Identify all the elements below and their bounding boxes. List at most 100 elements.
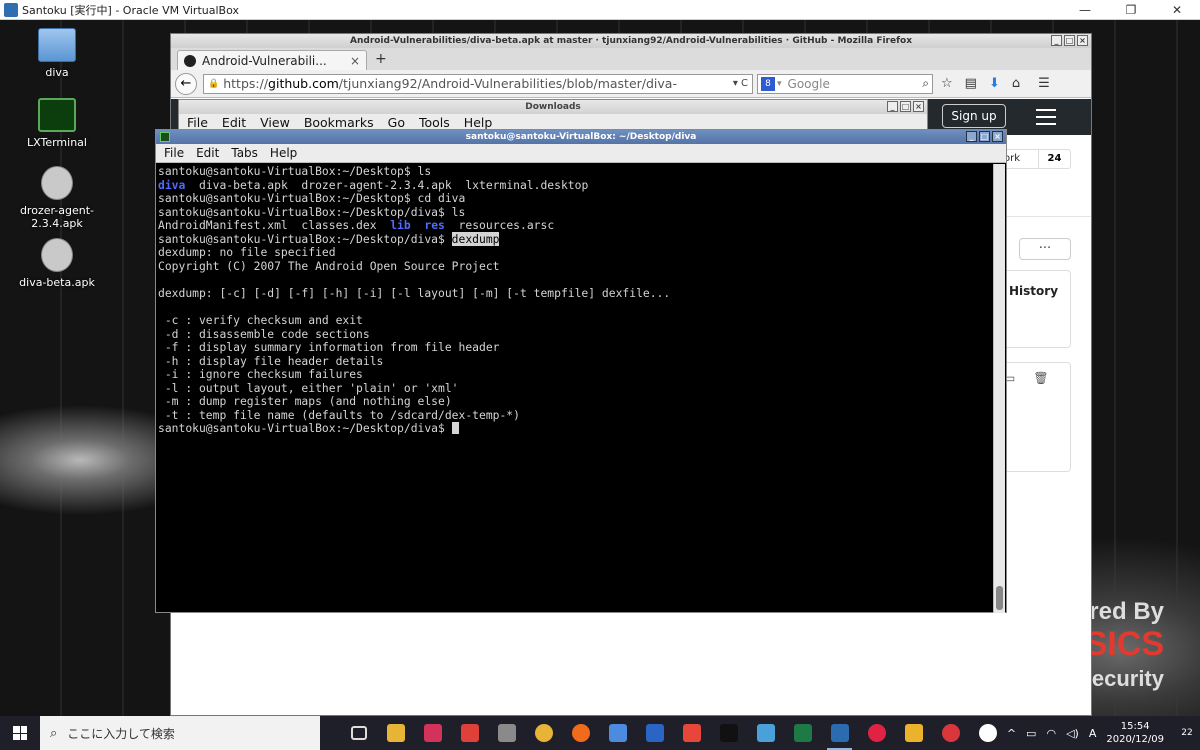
term-close-button[interactable]: × <box>992 131 1003 142</box>
reading-list-icon[interactable]: ▤ <box>965 76 977 91</box>
reload-icon[interactable]: ▾ C <box>733 78 748 89</box>
history-link[interactable]: History <box>1009 284 1058 298</box>
firefox-titlebar: Android-Vulnerabilities/diva-beta.apk at… <box>171 34 1091 48</box>
terminal-icon <box>38 98 76 132</box>
terminal-output[interactable]: santoku@santoku-VirtualBox:~/Desktop$ ls… <box>156 163 1006 612</box>
taskbar-task-view[interactable] <box>340 716 377 750</box>
system-tray: ^ ▭ ◠ ◁) A 15:54 2020/12/09 22 <box>1007 716 1200 750</box>
taskbar-excel[interactable] <box>784 716 821 750</box>
restore-button[interactable]: ❐ <box>1108 0 1154 20</box>
taskbar-app-swirl[interactable] <box>932 716 969 750</box>
new-tab-button[interactable]: + <box>375 51 387 67</box>
ff-close-button[interactable]: × <box>1077 35 1088 46</box>
terminal-line: -m : dump register maps (and nothing els… <box>158 395 1006 409</box>
dl-close-button[interactable]: × <box>913 101 924 112</box>
app-blue-icon <box>756 724 775 742</box>
url-bar[interactable]: 🔒 https://github.com/tjunxiang92/Android… <box>203 73 753 94</box>
desktop-icon-drozer-agent[interactable]: drozer-agent-2.3.4.apk <box>2 166 112 230</box>
search-engine-icon[interactable]: 8 <box>761 76 775 91</box>
fork-button[interactable]: ork 24 <box>999 149 1071 169</box>
taskbar-app-red-square[interactable] <box>414 716 451 750</box>
terminal-title: santoku@santoku-VirtualBox: ~/Desktop/di… <box>465 132 697 142</box>
term-minimize-button[interactable]: _ <box>966 131 977 142</box>
download-icon[interactable]: ⬇ <box>989 76 1000 91</box>
taskbar-app-oo[interactable] <box>858 716 895 750</box>
taskbar-slack[interactable] <box>895 716 932 750</box>
terminal-scrollbar[interactable] <box>993 164 1005 613</box>
search-icon[interactable]: ⌕ <box>922 76 929 91</box>
hamburger-icon[interactable] <box>1036 109 1056 130</box>
terminal-icon <box>160 132 170 142</box>
taskbar-search[interactable]: ⌕ ここに入力して検索 <box>40 716 320 750</box>
taskbar-file-explorer[interactable] <box>377 716 414 750</box>
dl-minimize-button[interactable]: _ <box>887 101 898 112</box>
chevron-down-icon[interactable]: ▾ <box>777 79 782 89</box>
taskbar-app-pen[interactable] <box>488 716 525 750</box>
app-pen-icon <box>497 724 516 742</box>
task-view-icon <box>350 726 367 740</box>
menu-icon[interactable]: ☰ <box>1038 76 1050 91</box>
excel-icon <box>793 724 812 742</box>
home-icon[interactable]: ⌂ <box>1012 76 1020 91</box>
search-bar[interactable]: 8 ▾ Google ⌕ <box>757 73 933 94</box>
start-button[interactable] <box>0 716 40 750</box>
minimize-button[interactable]: — <box>1062 0 1108 20</box>
terminal-line: -l : output layout, either 'plain' or 'x… <box>158 380 1006 396</box>
taskbar-chrome[interactable] <box>525 716 562 750</box>
virtualbox-titlebar: Santoku [実行中] - Oracle VM VirtualBox — ❐… <box>0 0 1200 20</box>
search-icon: ⌕ <box>50 725 58 741</box>
terminal-text: santoku@santoku-VirtualBox:~/Desktop/div… <box>158 231 452 246</box>
terminal-text: diva-beta.apk drozer-agent-2.3.4.apk lxt… <box>185 177 589 192</box>
more-options-button[interactable]: ··· <box>1019 238 1071 260</box>
close-button[interactable]: ✕ <box>1154 0 1200 20</box>
taskbar-virtualbox[interactable] <box>821 716 858 750</box>
terminal-text: AndroidManifest.xml classes.dex <box>158 218 391 233</box>
taskbar-app-notes[interactable] <box>599 716 636 750</box>
volume-icon[interactable]: ◁) <box>1066 727 1079 740</box>
trash-icon[interactable]: 🗑 <box>1033 371 1048 385</box>
ime-indicator[interactable]: A <box>1089 727 1097 740</box>
taskbar-app-feather[interactable] <box>636 716 673 750</box>
desktop-icon-diva-beta[interactable]: diva-beta.apk <box>2 238 112 289</box>
taskbar-apps <box>340 716 1006 750</box>
terminal-line: AndroidManifest.xml classes.dex lib res … <box>158 218 1006 233</box>
battery-icon[interactable]: ▭ <box>1026 727 1036 740</box>
terminal-text: Copyright (C) 2007 The Android Open Sour… <box>158 258 500 273</box>
taskbar-terminal[interactable] <box>710 716 747 750</box>
clock-date: 2020/12/09 <box>1106 734 1164 745</box>
desktop-icon-diva[interactable]: diva <box>2 28 112 79</box>
terminal-text: santoku@santoku-VirtualBox:~/Desktop$ cd… <box>158 191 466 206</box>
scrollbar-thumb[interactable] <box>996 586 1003 610</box>
notification-button[interactable]: 22 <box>1174 716 1200 750</box>
app-bolt-icon <box>682 724 701 742</box>
terminal-text: santoku@santoku-VirtualBox:~/Desktop/div… <box>158 421 452 436</box>
tray-chevron-icon[interactable]: ^ <box>1007 727 1016 740</box>
clock[interactable]: 15:54 2020/12/09 <box>1106 720 1164 746</box>
term-maximize-button[interactable]: □ <box>979 131 990 142</box>
taskbar-app-bolt[interactable] <box>673 716 710 750</box>
virtualbox-title: Santoku [実行中] - Oracle VM VirtualBox <box>22 3 239 17</box>
term-menu-tabs[interactable]: Tabs <box>231 144 258 162</box>
bookmark-star-icon[interactable]: ☆ <box>941 76 953 91</box>
ff-minimize-button[interactable]: _ <box>1051 35 1062 46</box>
taskbar-firefox[interactable] <box>562 716 599 750</box>
taskbar-app-refresh[interactable] <box>451 716 488 750</box>
term-menu-help[interactable]: Help <box>270 144 297 162</box>
ff-maximize-button[interactable]: □ <box>1064 35 1075 46</box>
terminal-text: dexdump: [-c] [-d] [-f] [-h] [-i] [-l la… <box>158 285 671 300</box>
taskbar-app-oo-white[interactable] <box>969 716 1006 750</box>
desktop-icon-lxterminal[interactable]: LXTerminal <box>2 98 112 149</box>
term-menu-file[interactable]: File <box>164 144 184 162</box>
tab-github[interactable]: Android-Vulnerabili... × <box>177 50 367 70</box>
terminal-text: -l : output layout, either 'plain' or 'x… <box>158 380 459 395</box>
dl-maximize-button[interactable]: □ <box>900 101 911 112</box>
sign-up-button[interactable]: Sign up <box>942 104 1006 128</box>
tab-label: Android-Vulnerabili... <box>202 53 327 68</box>
wifi-icon[interactable]: ◠ <box>1046 727 1056 740</box>
back-button[interactable]: ← <box>175 72 197 95</box>
taskbar-app-blue[interactable] <box>747 716 784 750</box>
terminal-menubar: File Edit Tabs Help <box>156 144 1006 163</box>
term-menu-edit[interactable]: Edit <box>196 144 219 162</box>
tab-close-icon[interactable]: × <box>350 54 360 68</box>
